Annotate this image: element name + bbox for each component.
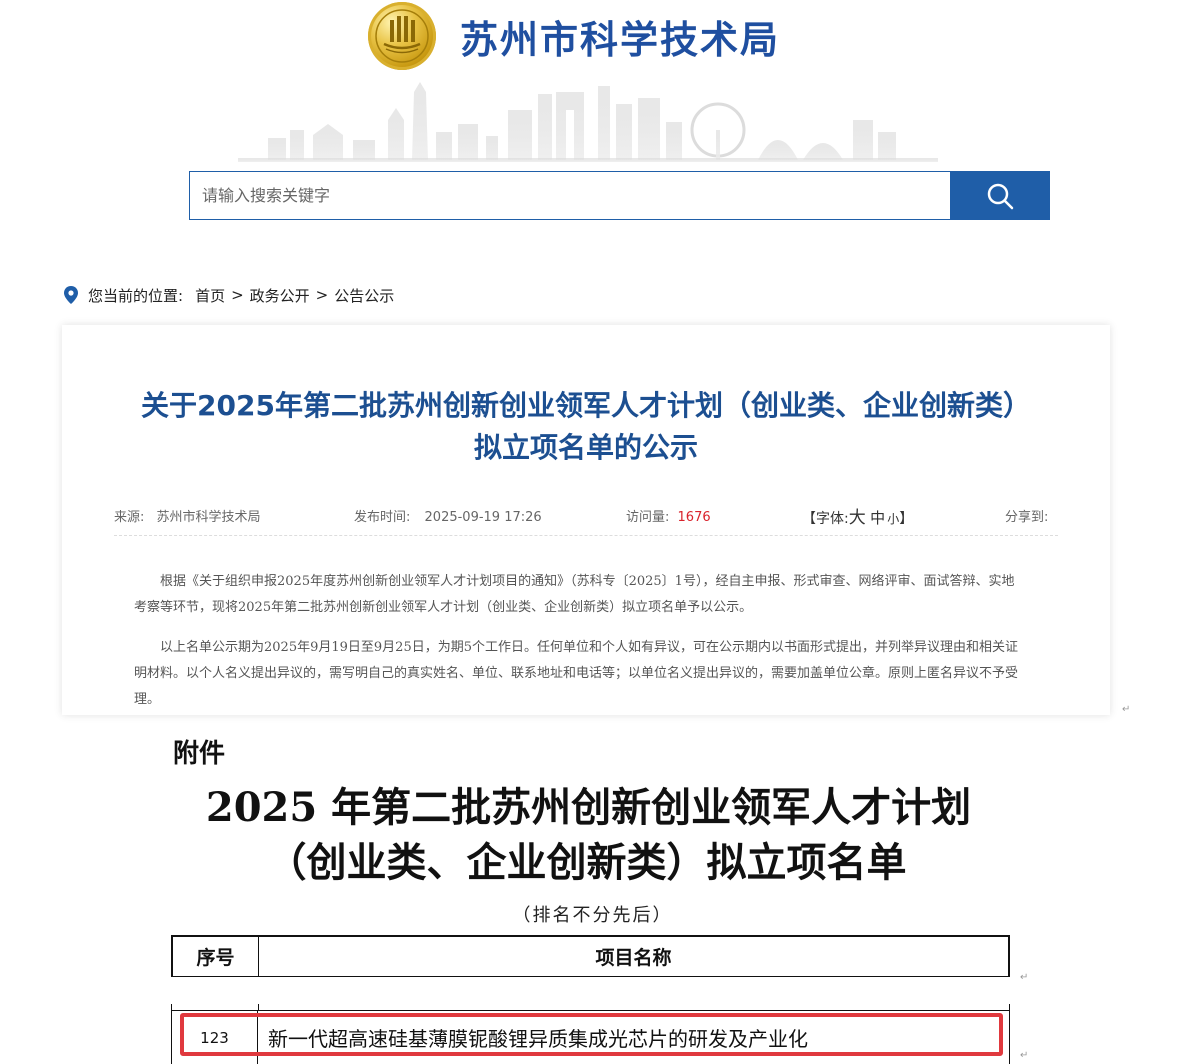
city-skyline-decoration xyxy=(238,82,938,162)
search-bar xyxy=(189,171,1050,220)
font-size-label: 【字体: xyxy=(802,511,849,527)
attachment-title-line2: （创业类、企业创新类）拟立项名单 xyxy=(266,839,907,886)
published-value: 2025-09-19 17:26 xyxy=(424,510,542,525)
paragraph-mark-icon: ↵ xyxy=(1020,1050,1029,1061)
published-info: 发布时间: 2025-09-19 17:26 xyxy=(354,506,542,525)
article-title-line2: 拟立项名单的公示 xyxy=(473,431,698,464)
breadcrumb-separator: > xyxy=(231,286,244,304)
breadcrumb-announcements-link[interactable]: 公告公示 xyxy=(334,285,394,306)
meta-divider xyxy=(114,535,1058,536)
column-header-index: 序号 xyxy=(173,937,259,976)
article-meta: 来源: 苏州市科学技术局 发布时间: 2025-09-19 17:26 访问量:… xyxy=(114,503,1058,528)
search-icon xyxy=(987,183,1014,209)
views-label: 访问量: xyxy=(626,510,670,525)
breadcrumb-separator: > xyxy=(315,286,329,304)
breadcrumb-prefix: 您当前的位置: xyxy=(88,286,184,305)
suzhou-emblem-icon[interactable] xyxy=(368,2,436,70)
source-value: 苏州市科学技术局 xyxy=(156,510,261,525)
article-title-line1: 关于2025年第二批苏州创新创业领军人才计划（创业类、企业创新类） xyxy=(141,389,1031,422)
table-header: 序号 项目名称 xyxy=(171,935,1010,977)
views-info: 访问量: 1676 xyxy=(626,506,711,525)
row-project-name: 新一代超高速硅基薄膜铌酸锂异质集成光芯片的研发及产业化 xyxy=(268,1027,808,1051)
site-header: 苏州市科学技术局 xyxy=(368,2,780,70)
source-info: 来源: 苏州市科学技术局 xyxy=(114,506,261,525)
paragraph-mark-icon: ↵ xyxy=(1122,704,1131,715)
share-label[interactable]: 分享到: xyxy=(1005,506,1048,525)
breadcrumb: 您当前的位置: 首页 > 政务公开 > 公告公示 xyxy=(64,284,394,306)
font-size-medium-button[interactable]: 中 xyxy=(870,509,885,527)
attachment-label: 附件 xyxy=(173,739,226,769)
paragraph-mark-icon: ↵ xyxy=(1020,972,1029,983)
article-paragraph-2: 以上名单公示期为2025年9月19日至9月25日，为期5个工作日。任何单位和个人… xyxy=(134,640,1019,707)
breadcrumb-gov-affairs-link[interactable]: 政务公开 xyxy=(250,285,310,306)
article-paragraph-1: 根据《关于组织申报2025年度苏州创新创业领军人才计划项目的通知》（苏科专〔20… xyxy=(134,574,1015,615)
location-pin-icon xyxy=(64,286,78,304)
attachment-subtitle: （排名不分先后） xyxy=(512,905,673,926)
views-count: 1676 xyxy=(677,510,711,525)
row-index: 123 xyxy=(172,1011,258,1064)
breadcrumb-home-link[interactable]: 首页 xyxy=(195,285,225,306)
column-header-project-name: 项目名称 xyxy=(595,947,672,969)
published-label: 发布时间: xyxy=(354,510,411,525)
site-title[interactable]: 苏州市科学技术局 xyxy=(460,9,780,64)
search-button[interactable] xyxy=(950,171,1050,220)
source-label: 来源: xyxy=(114,510,145,525)
search-input[interactable] xyxy=(189,171,950,220)
table-row: 123 新一代超高速硅基薄膜铌酸锂异质集成光芯片的研发及产业化 xyxy=(171,1010,1010,1064)
font-size-large-button[interactable]: 大 xyxy=(849,508,866,528)
article-title: 关于2025年第二批苏州创新创业领军人才计划（创业类、企业创新类） 拟立项名单的… xyxy=(62,385,1110,469)
article-card: 关于2025年第二批苏州创新创业领军人才计划（创业类、企业创新类） 拟立项名单的… xyxy=(62,325,1110,715)
attachment-title-line1: 2025 年第二批苏州创新创业领军人才计划 xyxy=(205,784,972,831)
font-size-switcher: 【字体:大 中小】 xyxy=(802,503,913,528)
font-size-close: 】 xyxy=(899,511,914,527)
font-size-small-button[interactable]: 小 xyxy=(887,512,899,526)
